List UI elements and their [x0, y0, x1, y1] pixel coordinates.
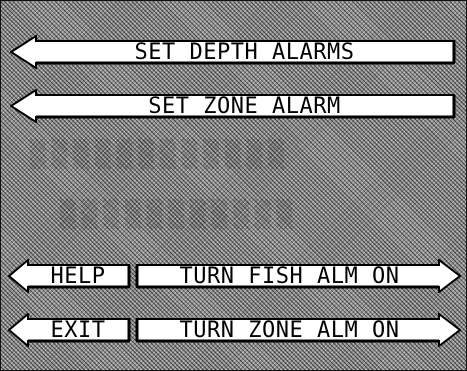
- set-zone-alarm-button[interactable]: SET ZONE ALARM: [10, 89, 457, 123]
- background-pattern: ▒▒▒▒▒▒▒▒▒▒▒: [60, 200, 299, 230]
- help-label: HELP: [50, 263, 106, 289]
- turn-fish-alarm-on-label: TURN FISH ALM ON: [179, 263, 400, 289]
- help-button[interactable]: HELP: [8, 259, 132, 293]
- background-pattern: ▒▒▒▒▒▒▒▒▒▒▒▒: [30, 140, 290, 170]
- set-zone-alarm-label: SET ZONE ALARM: [148, 93, 341, 119]
- exit-label: EXIT: [50, 317, 106, 343]
- set-depth-alarms-button[interactable]: SET DEPTH ALARMS: [10, 35, 457, 69]
- sonar-alarm-menu-screen: ▒▒▒▒▒▒▒▒▒▒▒▒ ▒▒▒▒▒▒▒▒▒▒▒ SET DEPTH ALARM…: [0, 0, 467, 371]
- exit-button[interactable]: EXIT: [8, 313, 132, 347]
- turn-fish-alarm-on-button[interactable]: TURN FISH ALM ON: [134, 259, 461, 293]
- turn-zone-alarm-on-button[interactable]: TURN ZONE ALM ON: [134, 313, 461, 347]
- turn-zone-alarm-on-label: TURN ZONE ALM ON: [179, 317, 400, 343]
- set-depth-alarms-label: SET DEPTH ALARMS: [134, 39, 355, 65]
